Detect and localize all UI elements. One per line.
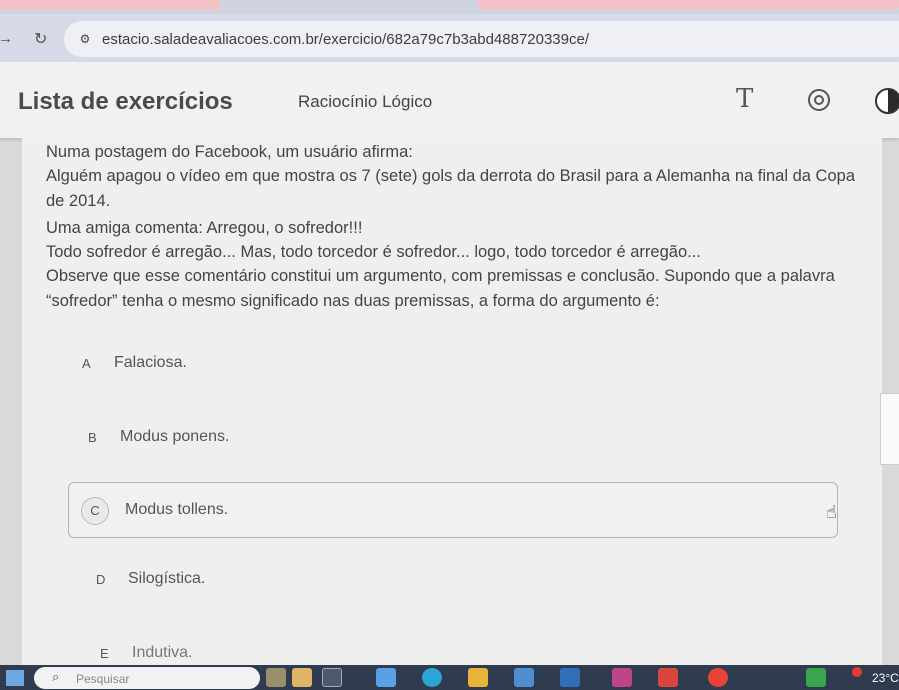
store-icon[interactable] [514,668,534,687]
subject-label: Raciocínio Lógico [298,92,433,111]
option-text: Modus tollens. [125,501,229,518]
weather-temperature[interactable]: 23°C [872,671,899,685]
side-panel-tab[interactable] [880,393,899,465]
url-text[interactable]: estacio.saladeavaliacoes.com.br/exercici… [102,31,589,48]
option-letter-badge: C [81,497,109,525]
browser-tab[interactable] [0,0,220,10]
forward-icon[interactable]: → [0,30,13,47]
app-icon[interactable] [806,668,826,687]
widgets-icon[interactable] [266,668,286,687]
option-text: Falaciosa. [114,354,187,371]
hand-cursor-icon: ☝ [826,502,837,522]
answer-option-d[interactable]: D Silogística. [68,554,838,610]
browser-toolbar: → ↻ ⚙ estacio.saladeavaliacoes.com.br/ex… [0,14,899,62]
option-letter: A [82,356,91,371]
option-letter: D [96,572,106,587]
font-size-icon[interactable]: T [736,84,753,114]
edge-icon[interactable] [422,668,442,687]
task-view-icon[interactable] [322,668,342,687]
search-placeholder: Pesquisar [76,672,130,686]
address-bar[interactable]: ⚙ estacio.saladeavaliacoes.com.br/exerci… [64,21,899,57]
app-header: Lista de exercícios Raciocínio Lógico T [0,62,899,138]
question-line: Uma amiga comenta: Arregou, o sofredor!!… [46,219,363,237]
question-line: Alguém apagou o vídeo em que mostra os 7… [46,167,855,210]
app-icon[interactable] [612,668,632,687]
question-card: Numa postagem do Facebook, um usuário af… [22,138,882,666]
question-line: Observe que esse comentário constitui um… [46,267,835,310]
option-text: Indutiva. [132,644,193,661]
news-icon[interactable] [292,668,312,687]
taskbar-search[interactable]: ⌕ Pesquisar [34,667,260,689]
taskbar: ⌕ Pesquisar 23°C [0,665,899,690]
office-icon[interactable] [658,668,678,687]
mail-icon[interactable] [560,668,580,687]
reload-icon[interactable]: ↻ [34,29,47,49]
file-explorer-icon[interactable] [468,668,488,687]
notification-badge [852,667,862,677]
site-settings-icon[interactable]: ⚙ [76,30,94,48]
chat-icon[interactable] [376,668,396,687]
option-letter: E [100,646,109,661]
start-icon[interactable] [6,670,24,686]
option-letter: B [88,430,97,445]
browser-tab-strip [0,0,899,14]
answer-option-c[interactable]: C Modus tollens. [68,482,838,538]
browser-tab[interactable] [478,0,899,10]
contrast-icon[interactable] [875,88,899,114]
answer-option-a[interactable]: A Falaciosa. [68,338,838,394]
question-line: Todo sofredor é arregão... Mas, todo tor… [46,243,701,261]
chrome-icon[interactable] [708,668,728,687]
answer-option-b[interactable]: B Modus ponens. [68,412,838,468]
search-icon: ⌕ [52,669,60,684]
focus-mode-icon[interactable] [808,89,830,111]
question-line: Numa postagem do Facebook, um usuário af… [46,143,413,161]
option-text: Modus ponens. [120,428,230,445]
page-title: Lista de exercícios [18,88,233,115]
option-text: Silogística. [128,570,206,587]
